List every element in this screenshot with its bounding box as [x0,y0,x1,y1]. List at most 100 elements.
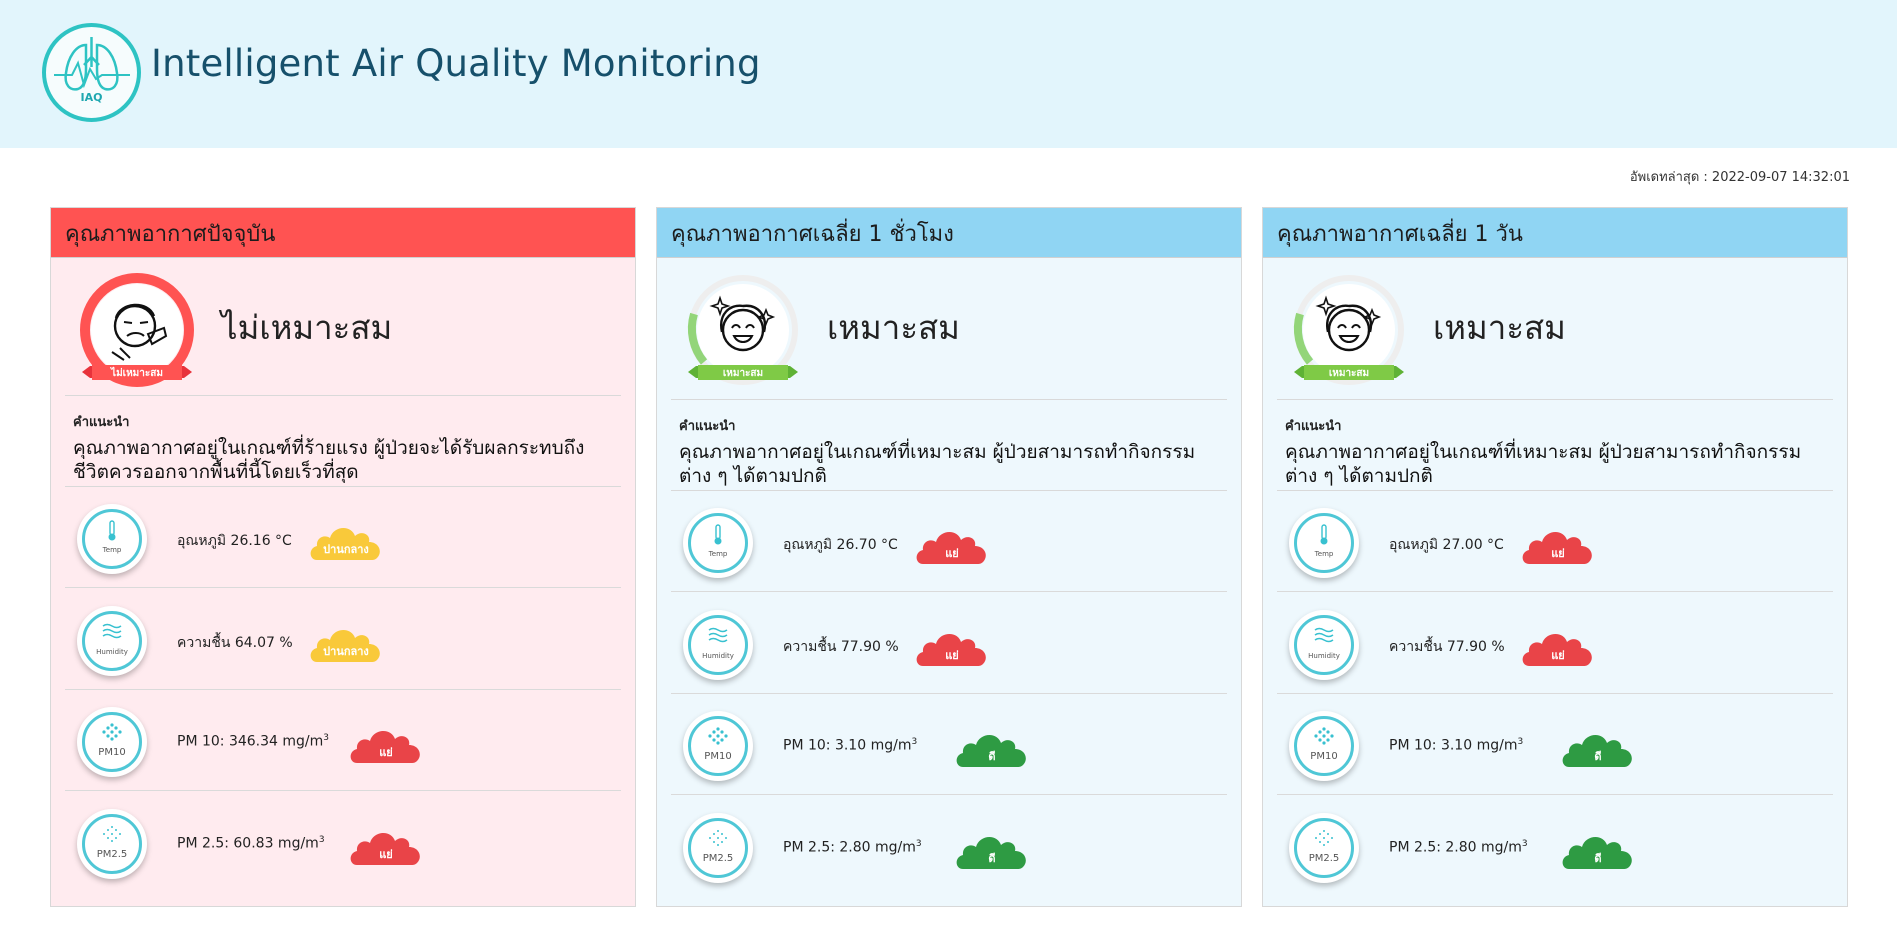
metric-gauge: Temp [77,504,147,574]
level-cloud-badge: ปานกลาง [307,520,385,562]
metric-value: ความชื้น 77.90 % [783,638,899,655]
status-badge: เหมาะสม [1328,368,1370,379]
gauge-label: Temp [102,546,122,554]
humidity-icon [77,622,147,645]
pm10-icon [77,723,147,746]
metric-value: PM 2.5: 60.83 mg/m3 [177,834,325,852]
metric-row-thermometer: Temp อุณหภูมิ 26.70 °C แย่ [657,490,1241,592]
status-badge: ไม่เหมาะสม [111,368,163,379]
advice-text: คุณภาพอากาศอยู่ในเกณฑ์ที่เหมาะสม ผู้ป่วย… [1285,441,1802,487]
level-cloud-badge: ดี [953,829,1031,871]
gauge-label: Humidity [1308,651,1340,660]
advice-text: คุณภาพอากาศอยู่ในเกณฑ์ที่เหมาะสม ผู้ป่วย… [679,441,1196,487]
advice-label: คำแนะนำ [679,419,736,434]
panel-0: คุณภาพอากาศปัจจุบัน ไม่เหมาะสม ไม่เหมาะสมค… [50,207,636,907]
humidity-icon [683,626,753,649]
gauge-label: Humidity [96,647,128,656]
thermometer-icon [77,520,147,547]
metric-row-humidity: Humidity ความชื้น 77.90 % แย่ [1263,592,1847,694]
level-label: แย่ [945,648,959,662]
metric-row-humidity: Humidity ความชื้น 64.07 % ปานกลาง [51,588,635,690]
gauge-label: PM2.5 [702,852,734,864]
metric-gauge: PM2.5 [683,812,753,883]
metric-gauge: PM10 [1289,711,1359,781]
metric-gauge: Temp [683,508,753,578]
level-label: ดี [1594,750,1602,763]
divider [1277,399,1833,400]
metric-value: อุณหภูมิ 26.16 °C [177,533,292,549]
metric-row-thermometer: Temp อุณหภูมิ 27.00 °C แย่ [1263,490,1847,592]
status-gauge: เหมาะสม [682,272,804,394]
metric-value: PM 10: 346.34 mg/m3 [177,733,330,750]
gauge-label: PM10 [1310,751,1338,762]
thermometer-icon [683,524,753,551]
level-label: แย่ [1551,547,1565,560]
level-cloud-badge: ดี [1559,727,1637,769]
panel-2: คุณภาพอากาศเฉลี่ย 1 วัน เหมาะสม เหมาะสม คำแ… [1262,207,1848,907]
metric-gauge: Humidity [1289,609,1359,680]
metric-row-pm10: PM10 PM 10: 3.10 mg/m3 ดี [657,693,1241,795]
level-label: แย่ [1551,648,1565,662]
thermometer-icon [1289,524,1359,551]
metric-value: PM 10: 3.10 mg/m3 [783,737,918,754]
divider [671,399,1227,400]
advice-block: คำแนะนำ คุณภาพอากาศอยู่ในเกณฑ์ที่ร้ายแรง … [73,411,605,484]
gauge-label: PM10 [98,747,126,758]
level-cloud-badge: ปานกลาง [307,622,385,664]
app-header: IAQ Intelligent Air Quality Monitoring [0,0,1897,148]
gauge-label: Temp [1314,550,1334,558]
pm10-icon [1289,727,1359,750]
gauge-label: PM2.5 [96,848,128,860]
app-title: Intelligent Air Quality Monitoring [151,42,761,85]
advice-block: คำแนะนำคุณภาพอากาศอยู่ในเกณฑ์ที่เหมาะสม … [679,415,1211,488]
status-label: เหมาะสม [827,308,960,347]
metric-row-pm25: PM2.5 PM 2.5: 60.83 mg/m3 แย่ [51,791,635,892]
metric-row-pm25: PM2.5 PM 2.5: 2.80 mg/m3 ดี [657,795,1241,896]
gauge-label: PM10 [704,751,732,762]
level-label: แย่ [379,847,393,861]
advice-text: คุณภาพอากาศอยู่ในเกณฑ์ที่ร้ายแรง ผู้ป่วย… [73,437,585,483]
gauge-label: PM2.5 [1308,852,1340,864]
pm10-icon [683,727,753,750]
pm25-icon [683,829,753,852]
metric-gauge: PM2.5 [77,808,147,879]
panel-title: คุณภาพอากาศปัจจุบัน [51,208,635,258]
metric-value: อุณหภูมิ 26.70 °C [783,537,898,553]
metric-gauge: Temp [1289,508,1359,578]
advice-block: คำแนะนำ คุณภาพอากาศอยู่ในเกณฑ์ที่เหมาะสม … [1285,415,1817,488]
level-cloud-badge: แย่ [913,626,991,668]
metric-gauge: Humidity [77,605,147,676]
metric-gauge: PM10 [77,707,147,777]
metric-value: PM 10: 3.10 mg/m3 [1389,737,1524,754]
metric-value: PM 2.5: 2.80 mg/m3 [783,838,922,856]
level-cloud-badge: ดี [953,727,1031,769]
panel-title: คุณภาพอากาศเฉลี่ย 1 วัน [1263,208,1847,258]
divider [65,395,621,396]
status-label: ไม่เหมาะสม [221,308,393,347]
level-cloud-badge: แย่ [347,825,425,867]
humidity-icon [1289,626,1359,649]
level-label: ปานกลาง [323,543,369,556]
iaq-logo: IAQ [42,23,141,122]
level-label: ดี [988,851,996,865]
metric-gauge: Humidity [683,609,753,680]
level-cloud-badge: แย่ [913,524,991,566]
metric-gauge: PM10 [683,711,753,781]
status-row: เหมาะสม เหมาะสม [657,258,1241,397]
level-cloud-badge: แย่ [347,723,425,765]
panel-1: คุณภาพอากาศเฉลี่ย 1 ชั่วโมง เหมาะสม เหมาะส… [656,207,1242,907]
metric-value: ความชื้น 77.90 % [1389,638,1505,655]
status-badge: เหมาะสม [722,368,764,379]
metric-row-thermometer: Temp อุณหภูมิ 26.16 °C ปานกลาง [51,486,635,588]
metric-value: อุณหภูมิ 27.00 °C [1389,537,1504,553]
level-cloud-badge: แย่ [1519,626,1597,668]
metric-value: PM 2.5: 2.80 mg/m3 [1389,838,1528,856]
level-label: ดี [1594,851,1602,865]
level-label: แย่ [379,746,393,759]
metric-row-humidity: Humidity ความชื้น 77.90 % แย่ [657,592,1241,694]
level-cloud-badge: ดี [1559,829,1637,871]
gauge-label: Temp [708,550,728,558]
level-cloud-badge: แย่ [1519,524,1597,566]
logo-text: IAQ [80,91,103,104]
status-row: ไม่เหมาะสม ไม่เหมาะสม [51,258,635,393]
